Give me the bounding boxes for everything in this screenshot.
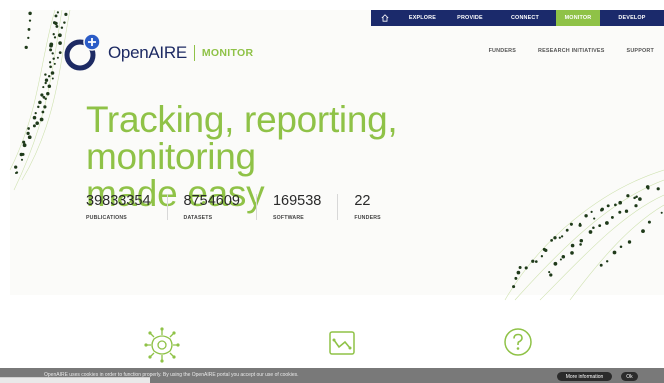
logo-divider [193,45,195,61]
headline-line-1: Tracking, reporting, monitoring [86,99,398,177]
stat-publications: 39833354 PUBLICATIONS [86,193,151,221]
topnav-develop[interactable]: DEVELOP [600,10,664,26]
stat-label: DATASETS [183,215,213,221]
logo-name: OpenAIRE [108,43,187,62]
home-icon [381,14,389,22]
page: EXPLORE PROVIDE CONNECT MONITOR DEVELOP … [0,0,664,383]
stat-software: 169538 SOFTWARE [273,193,321,221]
stats-row: 39833354 PUBLICATIONS 8754609 DATASETS 1… [86,193,381,221]
help-circle-icon [504,328,532,356]
main-navigation: FUNDERS RESEARCH INITIATIVES SUPPORT [489,48,654,54]
stat-value: 169538 [272,193,322,209]
home-button[interactable] [371,10,399,26]
nav-research-initiatives[interactable]: RESEARCH INITIATIVES [538,48,605,54]
network-gear-icon [144,327,180,363]
nav-support[interactable]: SUPPORT [627,48,654,54]
browser-status-tooltip [0,377,150,383]
stat-divider [255,194,257,220]
topnav-connect[interactable]: CONNECT [494,10,556,26]
stat-label: FUNDERS [354,215,381,221]
stat-value: 8754609 [183,193,240,209]
stat-value: 39833354 [86,193,151,209]
stat-funders: 22 FUNDERS [354,193,380,221]
stat-divider [337,194,339,220]
stat-datasets: 8754609 DATASETS [184,193,240,221]
openaire-monitor-logo[interactable]: OpenAIRE MONITOR [62,31,253,75]
cookie-ok-button[interactable]: Ok [621,372,638,381]
topnav-explore[interactable]: EXPLORE [399,10,446,26]
stat-label: PUBLICATIONS [86,215,127,221]
logo-product: MONITOR [201,47,254,59]
topnav-provide[interactable]: PROVIDE [446,10,494,26]
openaire-logo-icon [64,33,101,71]
stat-divider [166,194,168,220]
top-navigation-bar: EXPLORE PROVIDE CONNECT MONITOR DEVELOP [371,10,664,26]
chart-monitor-icon [329,331,355,355]
cookie-more-information-button[interactable]: More information [557,372,612,381]
stat-value: 22 [354,193,371,209]
stat-label: SOFTWARE [272,215,304,221]
nav-funders[interactable]: FUNDERS [489,48,516,54]
topnav-monitor[interactable]: MONITOR [556,10,600,26]
